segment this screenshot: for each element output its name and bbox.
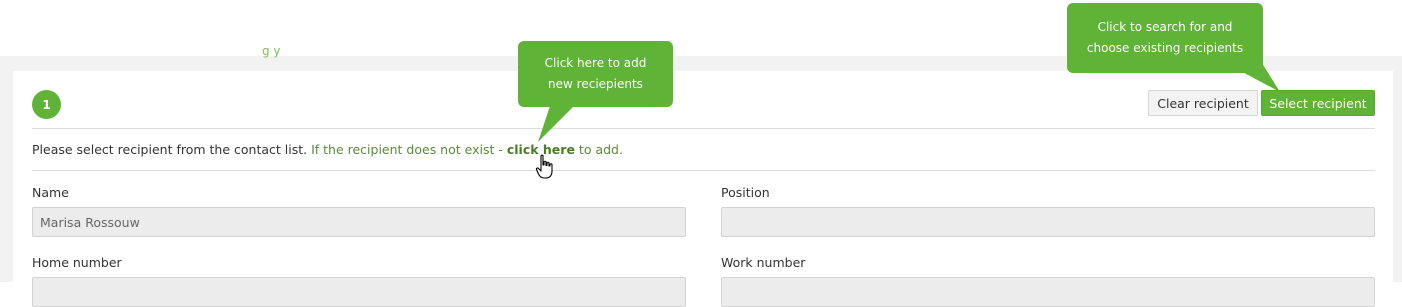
hand-pointer-icon [535,154,553,179]
home-number-label: Home number [32,255,122,270]
position-label: Position [721,185,770,200]
add-recipient-tooltip: Click here to add new reciepients [518,41,673,107]
instruction-not-exist-text: If the recipient does not exist - [311,142,503,157]
step-number-badge: 1 [32,90,61,119]
name-field[interactable] [32,207,686,237]
search-recipient-tooltip: Click to search for and choose existing … [1067,3,1263,73]
position-field[interactable] [721,207,1375,237]
search-tooltip-line2: choose existing recipients [1086,41,1244,55]
clipped-heading-fragment: g y [262,44,281,58]
add-tooltip-line1: Click here to add [544,56,647,70]
name-label: Name [32,185,69,200]
search-tooltip-line1: Click to search for and [1097,20,1233,34]
divider-top [32,128,1375,129]
divider-bottom [32,170,1375,171]
work-number-label: Work number [721,255,806,270]
instruction-text: Please select recipient from the contact… [32,142,308,157]
add-tooltip-line2: new reciepients [548,77,643,91]
